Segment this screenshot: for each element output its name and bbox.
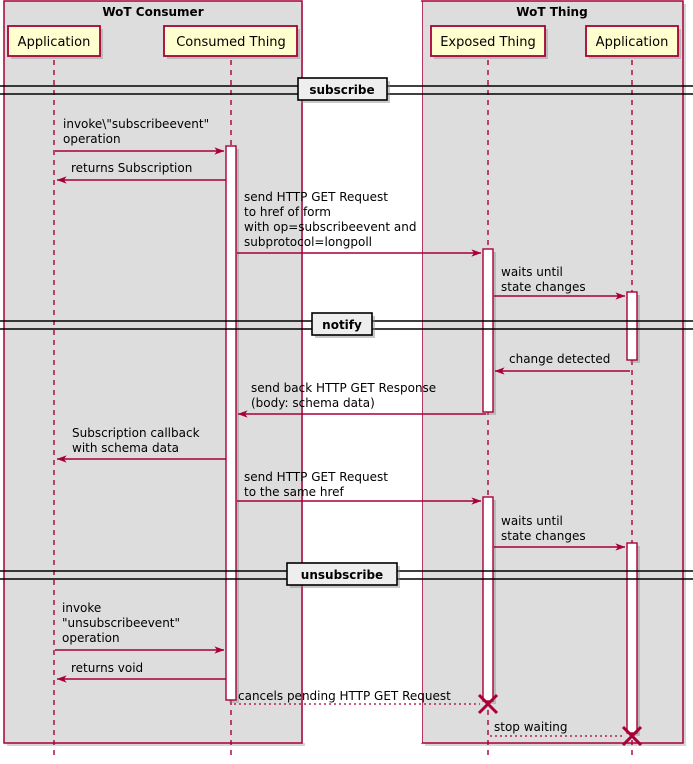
group-title-wot-thing: WoT Thing — [516, 5, 587, 19]
participant-label: Application — [596, 35, 669, 50]
diagram-canvas: WoT Consumer WoT Thing Application Consu… — [0, 0, 693, 764]
message-label-line: waits until — [501, 265, 563, 279]
message-label-line: state changes — [501, 280, 586, 294]
participant-consumer-application[interactable]: Application — [7, 25, 103, 59]
message-label-line: with op=subscribeevent and — [244, 220, 416, 234]
participant-exposed-thing[interactable]: Exposed Thing — [430, 25, 548, 59]
message-label-line: waits until — [501, 514, 563, 528]
inter-group-gap — [303, 2, 422, 743]
activation-exposed-thing-2 — [482, 496, 494, 702]
participant-label: Application — [18, 35, 91, 50]
activation-exposed-thing-1 — [482, 248, 494, 413]
message-label-line: returns void — [71, 661, 143, 675]
message-label-line: change detected — [509, 352, 610, 366]
group-wot-consumer — [3, 0, 305, 746]
participant-label: Exposed Thing — [440, 35, 536, 50]
message-label-line: send back HTTP GET Response — [251, 381, 436, 395]
message-label-line: operation — [63, 132, 121, 146]
message-label-line: Subscription callback — [72, 426, 200, 440]
participant-consumed-thing[interactable]: Consumed Thing — [163, 25, 300, 59]
message-label-line: send HTTP GET Request — [244, 470, 388, 484]
message-label-line: invoke — [62, 601, 101, 615]
sequence-diagram: WoT Consumer WoT Thing Application Consu… — [0, 0, 693, 764]
message-label-line: subprotocol=longpoll — [244, 235, 372, 249]
message-label-line: state changes — [501, 529, 586, 543]
group-wot-thing — [421, 0, 686, 746]
divider-label: subscribe — [309, 83, 374, 97]
message-label-line: to href of form — [244, 205, 331, 219]
message-label-line: with schema data — [72, 441, 179, 455]
message-label-line: operation — [62, 631, 120, 645]
message-label-line: "unsubscribeevent" — [62, 616, 180, 630]
message-label-line: (body: schema data) — [251, 396, 375, 410]
message-label-line: send HTTP GET Request — [244, 190, 388, 204]
message-label-line: to the same href — [244, 485, 345, 499]
message-label-line: cancels pending HTTP GET Request — [238, 689, 451, 703]
divider-label: notify — [322, 318, 362, 332]
message-label-line: stop waiting — [494, 720, 568, 734]
message-label-line: invoke\"subscribeevent" — [63, 117, 209, 131]
divider-label: unsubscribe — [301, 568, 383, 582]
participant-thing-application[interactable]: Application — [585, 25, 681, 59]
message-label-line: returns Subscription — [71, 161, 192, 175]
activation-thing-application-1 — [626, 291, 638, 361]
participant-label: Consumed Thing — [176, 35, 286, 50]
activation-consumed-thing — [225, 145, 237, 701]
group-title-wot-consumer: WoT Consumer — [102, 5, 203, 19]
